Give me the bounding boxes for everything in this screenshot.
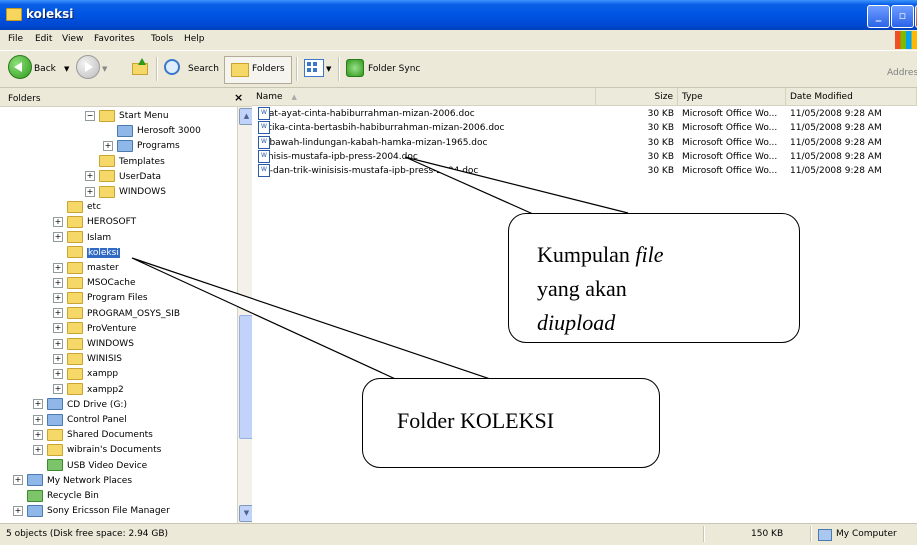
folder-callout-pointer [131, 257, 503, 389]
status-size: 150 KB [751, 529, 784, 539]
files-callout-line3: diupload [537, 310, 616, 335]
folder-callout-text: Folder KOLEKSI [397, 408, 555, 433]
my-computer-icon [818, 529, 832, 541]
files-callout-line2: yang akan [537, 276, 627, 301]
files-callout-line1: Kumpulan file [537, 242, 664, 267]
status-bar: 5 objects (Disk free space: 2.94 GB) 150… [0, 523, 917, 545]
status-objects: 5 objects (Disk free space: 2.94 GB) [6, 529, 169, 539]
folder-callout: Folder KOLEKSI [362, 378, 660, 468]
status-location: My Computer [836, 529, 897, 539]
files-callout: Kumpulan file yang akan diupload [508, 213, 800, 343]
